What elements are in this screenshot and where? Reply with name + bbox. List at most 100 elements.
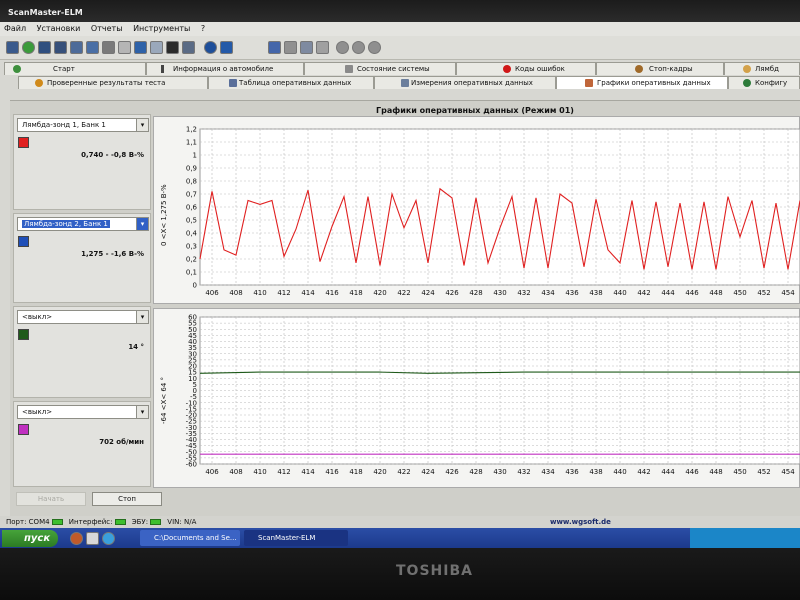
- connect-icon[interactable]: [6, 41, 19, 54]
- screen: ScanMaster-ELM Файл Установки Отчеты Инс…: [0, 0, 800, 556]
- pause-icon[interactable]: [352, 41, 365, 54]
- x-tick-label: 436: [565, 468, 579, 476]
- tab-test-results[interactable]: Проверенные результаты теста: [18, 76, 208, 89]
- system-status-icon: [345, 65, 353, 73]
- x-tick-label: 416: [325, 289, 339, 297]
- channel-color-3[interactable]: [18, 329, 29, 340]
- media-icon[interactable]: [102, 532, 115, 545]
- print-icon[interactable]: [150, 41, 163, 54]
- temp-chart-area: -60 -55 -50 -45 -40 -35 -30 -25 -20 -15 -10 -5 0 5 10 1…: [153, 308, 800, 488]
- tab-system-status-label: Состояние системы: [357, 65, 430, 73]
- tab-config[interactable]: Конфигу: [728, 76, 800, 89]
- menu-tools[interactable]: Инструменты: [133, 22, 190, 36]
- menu-bar: Файл Установки Отчеты Инструменты ?: [0, 22, 800, 36]
- stop-button[interactable]: Стоп: [92, 492, 162, 506]
- chevron-down-icon: ▾: [136, 218, 148, 230]
- tab-data-measure[interactable]: Измерения оперативных данных: [374, 76, 556, 89]
- channel-select-2-value: Лямбда-зонд 2, Банк 1: [22, 220, 110, 228]
- save-icon[interactable]: [268, 41, 281, 54]
- config-icon: [743, 79, 751, 87]
- start-button[interactable]: Начать: [16, 492, 86, 506]
- x-tick-label: 432: [517, 468, 530, 476]
- chevron-down-icon: ▾: [136, 311, 148, 323]
- export-icon[interactable]: [182, 41, 195, 54]
- tab-error-codes[interactable]: Коды ошибок: [456, 62, 596, 75]
- channel-select-1[interactable]: Лямбда-зонд 1, Банк 1 ▾: [17, 118, 149, 132]
- channel-select-1-value: Лямбда-зонд 1, Банк 1: [22, 121, 106, 129]
- channel-select-3[interactable]: <выкл> ▾: [17, 310, 149, 324]
- x-tick-label: 418: [349, 468, 362, 476]
- grid-icon[interactable]: [54, 41, 67, 54]
- x-tick-label: 454: [781, 468, 795, 476]
- copy-icon[interactable]: [300, 41, 313, 54]
- ecu-led: [150, 519, 162, 525]
- channel-value-3: 14 °: [128, 343, 144, 351]
- test-results-icon: [35, 79, 43, 87]
- tab-system-status[interactable]: Состояние системы: [304, 62, 456, 75]
- y-tick-label: 0,5: [186, 217, 197, 225]
- open-icon[interactable]: [284, 41, 297, 54]
- x-tick-label: 418: [349, 289, 362, 297]
- print-preview-icon[interactable]: [316, 41, 329, 54]
- menu-help[interactable]: ?: [201, 22, 205, 36]
- tab-data-graphs[interactable]: Графики оперативных данных: [556, 76, 728, 89]
- y-tick-label: 1,2: [186, 126, 197, 134]
- x-tick-label: 420: [373, 468, 386, 476]
- browser-icon[interactable]: [70, 532, 83, 545]
- globe-icon[interactable]: [22, 41, 35, 54]
- y-tick-label: 0,7: [186, 191, 197, 199]
- dashboard-icon[interactable]: [86, 41, 99, 54]
- x-tick-label: 448: [709, 468, 722, 476]
- settings-icon[interactable]: [134, 41, 147, 54]
- taskbar-item-explorer[interactable]: C:\Documents and Se...: [140, 530, 240, 546]
- camera-icon[interactable]: [166, 41, 179, 54]
- start-menu-label: пуск: [24, 533, 51, 544]
- list-icon[interactable]: [70, 41, 83, 54]
- play-icon[interactable]: [336, 41, 349, 54]
- x-tick-label: 450: [733, 289, 746, 297]
- x-tick-label: 446: [685, 289, 699, 297]
- y-tick-label: 0,8: [186, 178, 197, 186]
- menu-reports[interactable]: Отчеты: [91, 22, 123, 36]
- x-tick-label: 408: [229, 289, 242, 297]
- info-icon[interactable]: [204, 41, 217, 54]
- taskbar-item-explorer-label: C:\Documents and Se...: [154, 534, 237, 542]
- x-tick-label: 416: [325, 468, 339, 476]
- tab-data-table[interactable]: Таблица оперативных данных: [208, 76, 374, 89]
- tab-vehicle-info[interactable]: Информация о автомобиле: [146, 62, 304, 75]
- channel-color-1[interactable]: [18, 137, 29, 148]
- channel-select-2[interactable]: Лямбда-зонд 2, Банк 1 ▾: [17, 217, 149, 231]
- table-icon: [229, 79, 237, 87]
- chart-icon[interactable]: [118, 41, 131, 54]
- log-icon[interactable]: [220, 41, 233, 54]
- tab-freeze-frames[interactable]: Стоп-кадры: [596, 62, 724, 75]
- tab-data-graphs-label: Графики оперативных данных: [597, 79, 711, 87]
- x-tick-label: 420: [373, 289, 386, 297]
- tab-row-main: Старт Информация о автомобиле Состояние …: [0, 62, 800, 75]
- start-menu-button[interactable]: пуск: [2, 530, 58, 547]
- report-icon[interactable]: [102, 41, 115, 54]
- temp-chart: -60-55-50-45-40-35-30-25-20-15-10-505101…: [186, 314, 800, 476]
- explorer-icon[interactable]: [86, 532, 99, 545]
- website-link[interactable]: www.wgsoft.de: [550, 516, 611, 528]
- stop-record-icon[interactable]: [368, 41, 381, 54]
- taskbar-item-scanmaster[interactable]: ScanMaster-ELM: [244, 530, 348, 546]
- menu-file[interactable]: Файл: [4, 22, 26, 36]
- tab-lambda[interactable]: Лямбд: [724, 62, 800, 75]
- x-tick-label: 406: [205, 468, 219, 476]
- y-tick-label: 60: [188, 314, 197, 322]
- channel-color-2[interactable]: [18, 236, 29, 247]
- table-icon[interactable]: [38, 41, 51, 54]
- x-tick-label: 430: [493, 468, 506, 476]
- tab-freeze-frames-label: Стоп-кадры: [649, 65, 693, 73]
- menu-settings[interactable]: Установки: [37, 22, 81, 36]
- tab-start[interactable]: Старт: [4, 62, 146, 75]
- channel-select-4[interactable]: <выкл> ▾: [17, 405, 149, 419]
- taskbar-item-scanmaster-label: ScanMaster-ELM: [258, 534, 316, 542]
- channel-color-4[interactable]: [18, 424, 29, 435]
- x-tick-label: 434: [541, 468, 555, 476]
- port-value: COM4: [28, 518, 50, 526]
- channel-select-3-value: <выкл>: [22, 313, 53, 321]
- x-tick-label: 428: [469, 468, 482, 476]
- tab-test-results-label: Проверенные результаты теста: [47, 79, 166, 87]
